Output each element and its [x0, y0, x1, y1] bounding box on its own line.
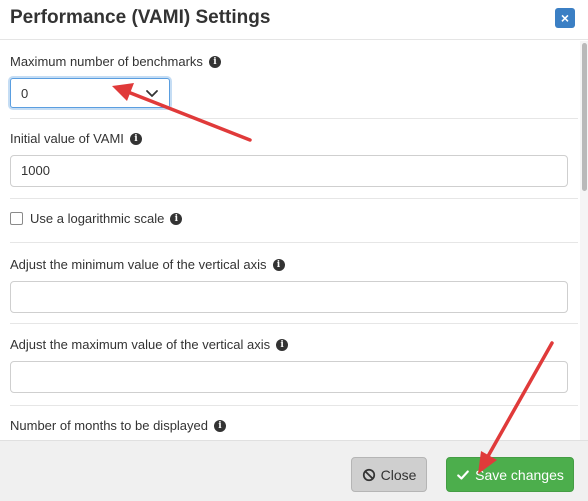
min-axis-input[interactable]	[10, 281, 568, 313]
info-icon[interactable]: i	[272, 258, 285, 271]
max-axis-label: Adjust the maximum value of the vertical…	[10, 337, 289, 352]
divider	[10, 323, 578, 324]
modal-title: Performance (VAMI) Settings	[10, 7, 271, 28]
months-label-text: Number of months to be displayed	[10, 418, 208, 433]
modal-body: Maximum number of benchmarks i 0 Initial…	[0, 41, 588, 440]
info-icon[interactable]: i	[214, 419, 226, 432]
divider	[10, 198, 578, 199]
info-icon[interactable]: i	[129, 132, 142, 145]
initial-vami-label-text: Initial value of VAMI	[10, 131, 124, 146]
info-icon[interactable]: i	[276, 338, 289, 351]
min-axis-label: Adjust the minimum value of the vertical…	[10, 257, 285, 272]
max-benchmarks-label-text: Maximum number of benchmarks	[10, 54, 203, 69]
modal-header: Performance (VAMI) Settings ×	[0, 0, 588, 40]
save-button-label: Save changes	[475, 466, 564, 483]
settings-modal: Performance (VAMI) Settings × Maximum nu…	[0, 0, 588, 501]
save-changes-button[interactable]: Save changes	[446, 457, 574, 492]
log-scale-row: Use a logarithmic scale i	[10, 211, 183, 226]
info-icon[interactable]: i	[170, 212, 183, 225]
close-x-button[interactable]: ×	[555, 8, 575, 28]
info-icon[interactable]: i	[208, 55, 221, 68]
check-icon	[457, 469, 469, 480]
close-button-label: Close	[380, 466, 417, 483]
initial-vami-input[interactable]: 1000	[10, 155, 568, 187]
min-axis-label-text: Adjust the minimum value of the vertical…	[10, 257, 267, 272]
log-scale-checkbox[interactable]	[10, 212, 23, 225]
close-button[interactable]: Close	[351, 457, 427, 492]
max-benchmarks-label: Maximum number of benchmarks i	[10, 54, 221, 69]
max-benchmarks-select[interactable]: 0	[10, 78, 170, 108]
modal-footer: Close Save changes	[0, 440, 588, 501]
scrollbar-thumb[interactable]	[582, 43, 587, 191]
divider	[10, 405, 578, 406]
max-benchmarks-value: 0	[21, 86, 29, 101]
max-axis-label-text: Adjust the maximum value of the vertical…	[10, 337, 271, 352]
initial-vami-label: Initial value of VAMI i	[10, 131, 142, 146]
chevron-down-icon	[146, 90, 158, 97]
max-axis-input[interactable]	[10, 361, 568, 393]
ban-icon	[362, 468, 375, 481]
divider	[10, 242, 578, 243]
divider	[10, 118, 578, 119]
log-scale-label: Use a logarithmic scale	[30, 211, 165, 226]
months-label: Number of months to be displayed i	[10, 418, 226, 433]
